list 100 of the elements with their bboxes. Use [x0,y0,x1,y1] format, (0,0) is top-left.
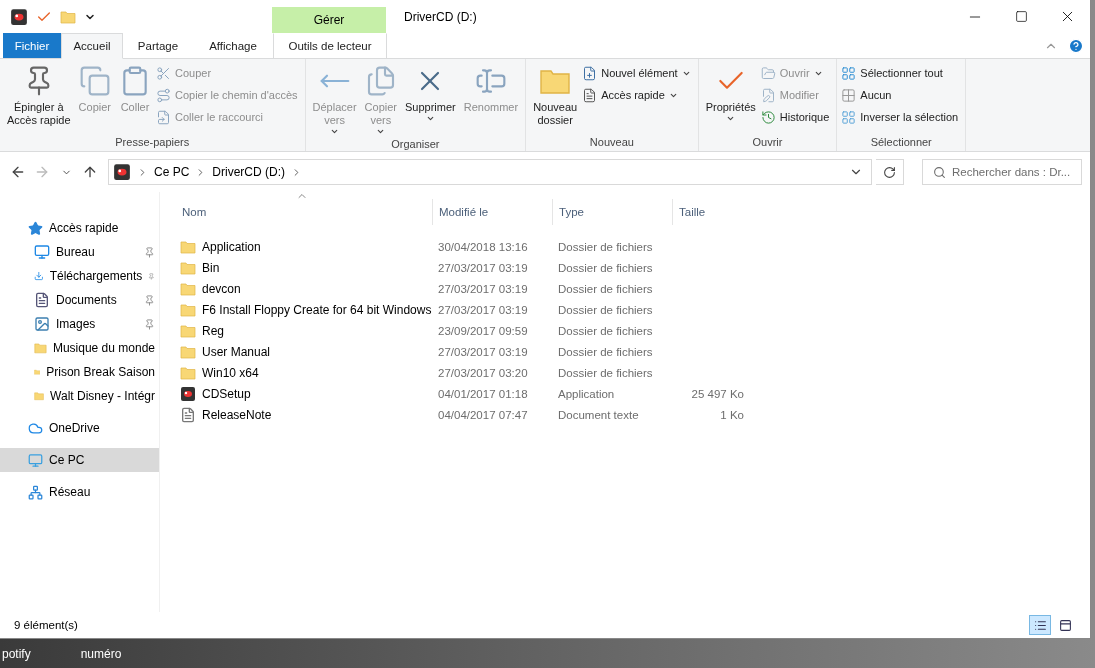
folder-icon [180,280,196,297]
group-label: Organiser [390,138,441,152]
ribbon-button[interactable]: Nouvel élément [582,63,694,83]
nav-item[interactable]: Réseau [0,480,159,504]
table-cell-text: Dossier de fichiers [557,303,654,316]
table-cell-text: 04/01/2017 01:18 [437,387,529,400]
shortcut-icon [156,109,171,125]
group-label: Presse-papiers [114,136,191,150]
table-cell-text: Dossier de fichiers [557,345,654,358]
table-cell-text: 27/03/2017 03:19 [437,345,529,358]
scissors-icon [156,65,171,81]
table-cell-text: 27/03/2017 03:19 [437,282,529,295]
table-cell-text: 27/03/2017 03:19 [437,303,529,316]
select-all-icon [841,65,857,81]
ribbon-tab[interactable]: Accueil [61,33,123,59]
search-field[interactable]: Rechercher dans : Dr... [922,159,1082,185]
table-cell-text: Application [557,387,616,400]
new-item-icon [582,65,598,81]
ribbon-button[interactable]: Accès rapide [582,85,694,105]
help-icon[interactable] [1068,37,1084,54]
nav-item[interactable]: Musique du monde [0,336,159,360]
column-header[interactable]: Modifié le [432,199,552,225]
nav-item[interactable]: Walt Disney - Intégr [0,384,159,408]
file-name[interactable]: ReleaseNote [176,406,432,423]
group-label: Sélectionner [869,136,933,150]
column-header[interactable]: Type [552,199,672,225]
document-icon [582,87,598,103]
file-name[interactable]: Win10 x64 [176,364,432,381]
nav-item[interactable]: Images [0,312,159,336]
drive-icon [113,163,131,181]
breadcrumb[interactable]: Ce PC [154,165,190,179]
nav-item[interactable]: Ce PC [0,448,159,472]
ribbon-button[interactable]: Aucun [841,85,962,105]
table-cell-text: 30/04/2018 13:16 [437,240,529,253]
table-cell-text: Dossier de fichiers [557,282,654,295]
file-name[interactable]: devcon [176,280,432,297]
file-name[interactable]: F6 Install Floppy Create for 64 bit Windows [176,301,432,318]
column-header[interactable]: Taille [672,199,752,225]
table-cell-text: Dossier de fichiers [557,324,654,337]
document-icon [34,292,50,308]
ribbon-button[interactable]: Propriétés [702,63,759,125]
folder-icon [180,238,196,255]
view-toggle[interactable] [1029,615,1051,635]
ribbon-tab[interactable]: Outils de lecteur [273,33,387,58]
drive-icon [10,7,28,26]
context-tab-header: Gérer [272,7,386,33]
ribbon-button[interactable]: Historique [760,107,833,127]
table-cell-text: 27/03/2017 03:19 [437,261,529,274]
refresh-button[interactable] [876,159,904,185]
address-bar[interactable]: Ce PC DriverCD (D:) [108,159,872,185]
nav-item[interactable]: OneDrive [0,416,159,440]
maximize-icon[interactable] [1014,10,1028,23]
table-cell-text: Dossier de fichiers [557,261,654,274]
nav-item[interactable]: Bureau [0,240,159,264]
monitor-icon [34,244,50,260]
folder-icon [60,8,76,25]
nav-item[interactable]: Documents [0,288,159,312]
table-cell-text: Dossier de fichiers [557,240,654,253]
group-label: Ouvrir [751,136,784,150]
table-cell-text: 23/09/2017 09:59 [437,324,529,337]
folder-icon [34,340,47,356]
table-cell-text: Document texte [557,408,640,421]
star-icon [28,220,43,236]
desktop-icon-label[interactable]: numéro [80,647,122,661]
folder-icon [180,364,196,381]
copy-icon [78,65,111,97]
ribbon-button[interactable]: Supprimer [402,63,459,125]
cloud-icon [28,420,43,436]
desktop-icon-label[interactable]: potify [2,647,31,661]
breadcrumb[interactable]: DriverCD (D:) [212,165,285,179]
image-icon [34,316,50,332]
path-icon [156,87,171,103]
back-icon[interactable] [10,164,26,180]
ribbon-button[interactable]: Nouveau dossier [530,63,581,129]
ribbon-button[interactable]: Sélectionner tout [841,63,962,83]
refresh-icon [883,165,896,179]
file-name[interactable]: User Manual [176,343,432,360]
open-icon [760,65,776,81]
text-file-icon [180,406,196,423]
ribbon-button[interactable]: Épingler à Accès rapide [4,63,74,129]
nav-item[interactable]: Accès rapide [0,216,159,240]
folder-icon [180,343,196,360]
column-header[interactable]: Nom [176,199,432,225]
search-icon [933,165,946,179]
file-name[interactable]: Bin [176,259,432,276]
nav-item[interactable]: Téléchargements [0,264,159,288]
table-cell-text: 1 Ko [719,408,745,421]
ribbon-button[interactable]: Inverser la sélection [841,107,962,127]
ribbon-tab[interactable]: Fichier [3,33,61,58]
file-name[interactable]: CDSetup [176,385,432,402]
file-name[interactable]: Application [176,238,432,255]
file-name[interactable]: Reg [176,322,432,339]
table-cell-text: 27/03/2017 03:20 [437,366,529,379]
nav-item[interactable]: Prison Break Saison [0,360,159,384]
select-none-icon [841,87,857,103]
group-label: Nouveau [588,136,635,150]
table-cell-text: Dossier de fichiers [557,366,654,379]
edit-icon [760,87,776,103]
invert-selection-icon [841,109,857,125]
up-icon[interactable] [82,164,98,180]
